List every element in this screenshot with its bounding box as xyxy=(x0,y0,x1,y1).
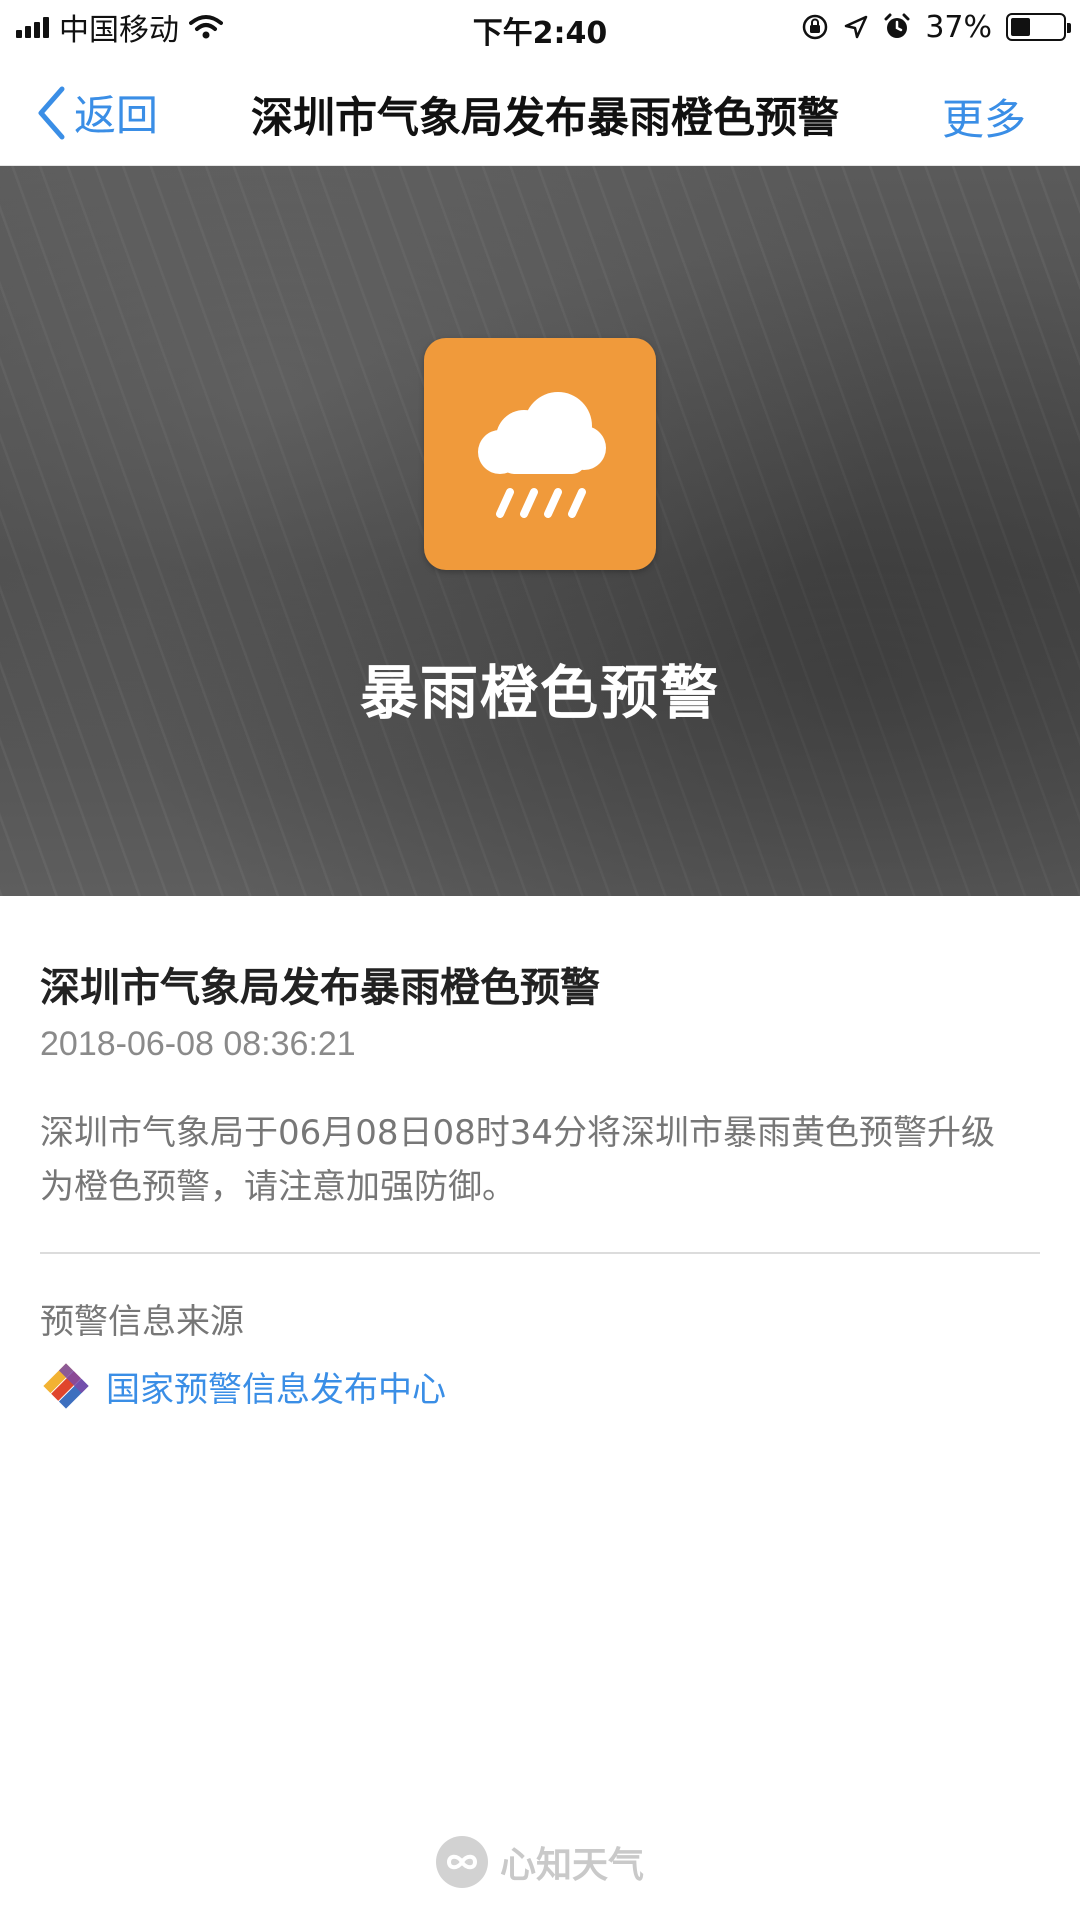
brand-name: 心知天气 xyxy=(499,1845,644,1886)
location-arrow-icon xyxy=(845,15,868,39)
article-title: 深圳市气象局发布暴雨橙色预警 xyxy=(40,965,600,1011)
alarm-icon xyxy=(884,13,910,38)
chevron-left-icon xyxy=(38,86,65,139)
warning-center-logo-icon xyxy=(43,1363,89,1409)
status-bar: 中国移动 下午2:40 37% xyxy=(0,0,1080,54)
back-button[interactable]: 返回 xyxy=(36,82,158,143)
divider xyxy=(40,1252,1040,1254)
status-right: 37% xyxy=(801,8,1071,46)
article-timestamp: 2018-06-08 08:36:21 xyxy=(40,1025,356,1063)
more-button[interactable]: 更多 xyxy=(942,86,1026,147)
source-label: 预警信息来源 xyxy=(40,1302,244,1342)
warning-hero-banner: 暴雨橙色预警 xyxy=(0,166,1080,896)
battery-icon xyxy=(1006,13,1071,41)
page-title: 深圳市气象局发布暴雨橙色预警 xyxy=(250,93,839,142)
warning-article: 深圳市气象局发布暴雨橙色预警 2018-06-08 08:36:21 深圳市气象… xyxy=(40,960,1040,1214)
source-name: 国家预警信息发布中心 xyxy=(106,1369,446,1410)
back-label: 返回 xyxy=(74,91,159,140)
footer-brand: 心知天气 xyxy=(0,1836,1080,1888)
warning-badge xyxy=(424,338,656,570)
battery-fill xyxy=(1011,18,1030,36)
orientation-lock-icon xyxy=(803,14,828,40)
navigation-bar: 返回 深圳市气象局发布暴雨橙色预警 更多 xyxy=(0,54,1080,166)
brand-logo-icon xyxy=(435,1836,488,1888)
article-body: 深圳市气象局于06月08日08时34分将深圳市暴雨黄色预警升级为橙色预警，请注意… xyxy=(40,1113,996,1207)
source-link[interactable]: 国家预警信息发布中心 xyxy=(40,1360,446,1412)
battery-percent: 37% xyxy=(925,9,992,45)
heavy-rain-cloud-icon xyxy=(478,392,606,518)
warning-title: 暴雨橙色预警 xyxy=(359,659,720,727)
